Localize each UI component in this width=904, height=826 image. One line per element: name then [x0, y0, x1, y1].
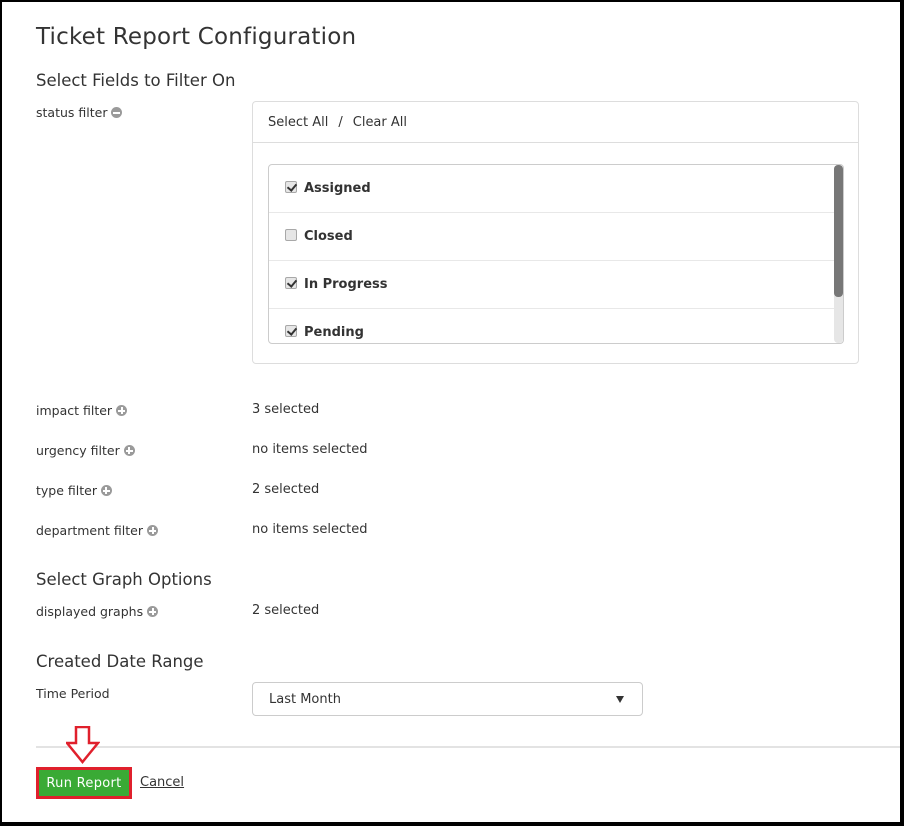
option-label: Pending — [304, 325, 364, 340]
checkbox-checked[interactable] — [285, 276, 297, 289]
list-scrollbar[interactable] — [834, 165, 843, 343]
plus-circle-icon[interactable] — [100, 485, 112, 496]
plus-circle-icon[interactable] — [116, 405, 128, 416]
department-filter-value: no items selected — [252, 522, 368, 537]
time-period-select[interactable]: Last Month — [252, 682, 643, 716]
page-title: Ticket Report Configuration — [36, 24, 357, 50]
time-period-label-text: Time Period — [36, 686, 110, 701]
date-section-heading: Created Date Range — [36, 652, 204, 671]
type-filter-label-text: type filter — [36, 483, 97, 498]
plus-circle-icon[interactable] — [123, 445, 135, 456]
status-option-in-progress[interactable]: In Progress — [269, 261, 835, 309]
cancel-link[interactable]: Cancel — [140, 775, 184, 790]
status-option-assigned[interactable]: Assigned — [269, 165, 835, 213]
checkbox-unchecked[interactable] — [285, 228, 297, 241]
plus-circle-icon[interactable] — [147, 606, 159, 617]
status-options-list[interactable]: Assigned Closed In Progress Pending — [268, 164, 844, 344]
time-period-label: Time Period — [36, 686, 110, 701]
impact-filter-label: impact filter — [36, 403, 128, 418]
run-report-button[interactable]: Run Report — [36, 767, 132, 799]
filters-section-heading: Select Fields to Filter On — [36, 71, 236, 90]
department-filter-label: department filter — [36, 523, 159, 538]
status-filter-label-text: status filter — [36, 105, 108, 120]
separator: / — [338, 114, 343, 130]
status-filter-label: status filter — [36, 105, 123, 120]
plus-circle-icon[interactable] — [147, 525, 159, 536]
clear-all-link[interactable]: Clear All — [353, 115, 407, 130]
status-filter-panel: Select All / Clear All Assigned Closed I… — [252, 101, 859, 364]
type-filter-value: 2 selected — [252, 482, 320, 497]
graph-section-heading: Select Graph Options — [36, 570, 212, 589]
footer-divider — [36, 746, 900, 748]
checkbox-checked[interactable] — [285, 180, 297, 193]
displayed-graphs-label-text: displayed graphs — [36, 604, 144, 619]
scrollbar-thumb[interactable] — [834, 165, 843, 297]
status-option-pending[interactable]: Pending — [269, 309, 835, 343]
department-filter-label-text: department filter — [36, 523, 144, 538]
down-arrow-annotation-icon — [66, 726, 100, 764]
status-filter-panel-header: Select All / Clear All — [253, 102, 858, 143]
displayed-graphs-value: 2 selected — [252, 603, 320, 618]
caret-down-icon — [616, 696, 624, 703]
time-period-selected: Last Month — [269, 691, 341, 707]
report-config-page: Ticket Report Configuration Select Field… — [2, 2, 900, 822]
urgency-filter-label: urgency filter — [36, 443, 135, 458]
displayed-graphs-label: displayed graphs — [36, 604, 159, 619]
status-option-closed[interactable]: Closed — [269, 213, 835, 261]
impact-filter-label-text: impact filter — [36, 403, 113, 418]
impact-filter-value: 3 selected — [252, 402, 320, 417]
checkbox-checked[interactable] — [285, 324, 297, 337]
urgency-filter-value: no items selected — [252, 442, 368, 457]
urgency-filter-label-text: urgency filter — [36, 443, 120, 458]
option-label: Assigned — [304, 181, 371, 196]
minus-circle-icon[interactable] — [111, 107, 123, 118]
select-all-link[interactable]: Select All — [268, 115, 328, 130]
option-label: Closed — [304, 229, 353, 244]
option-label: In Progress — [304, 277, 388, 292]
type-filter-label: type filter — [36, 483, 112, 498]
